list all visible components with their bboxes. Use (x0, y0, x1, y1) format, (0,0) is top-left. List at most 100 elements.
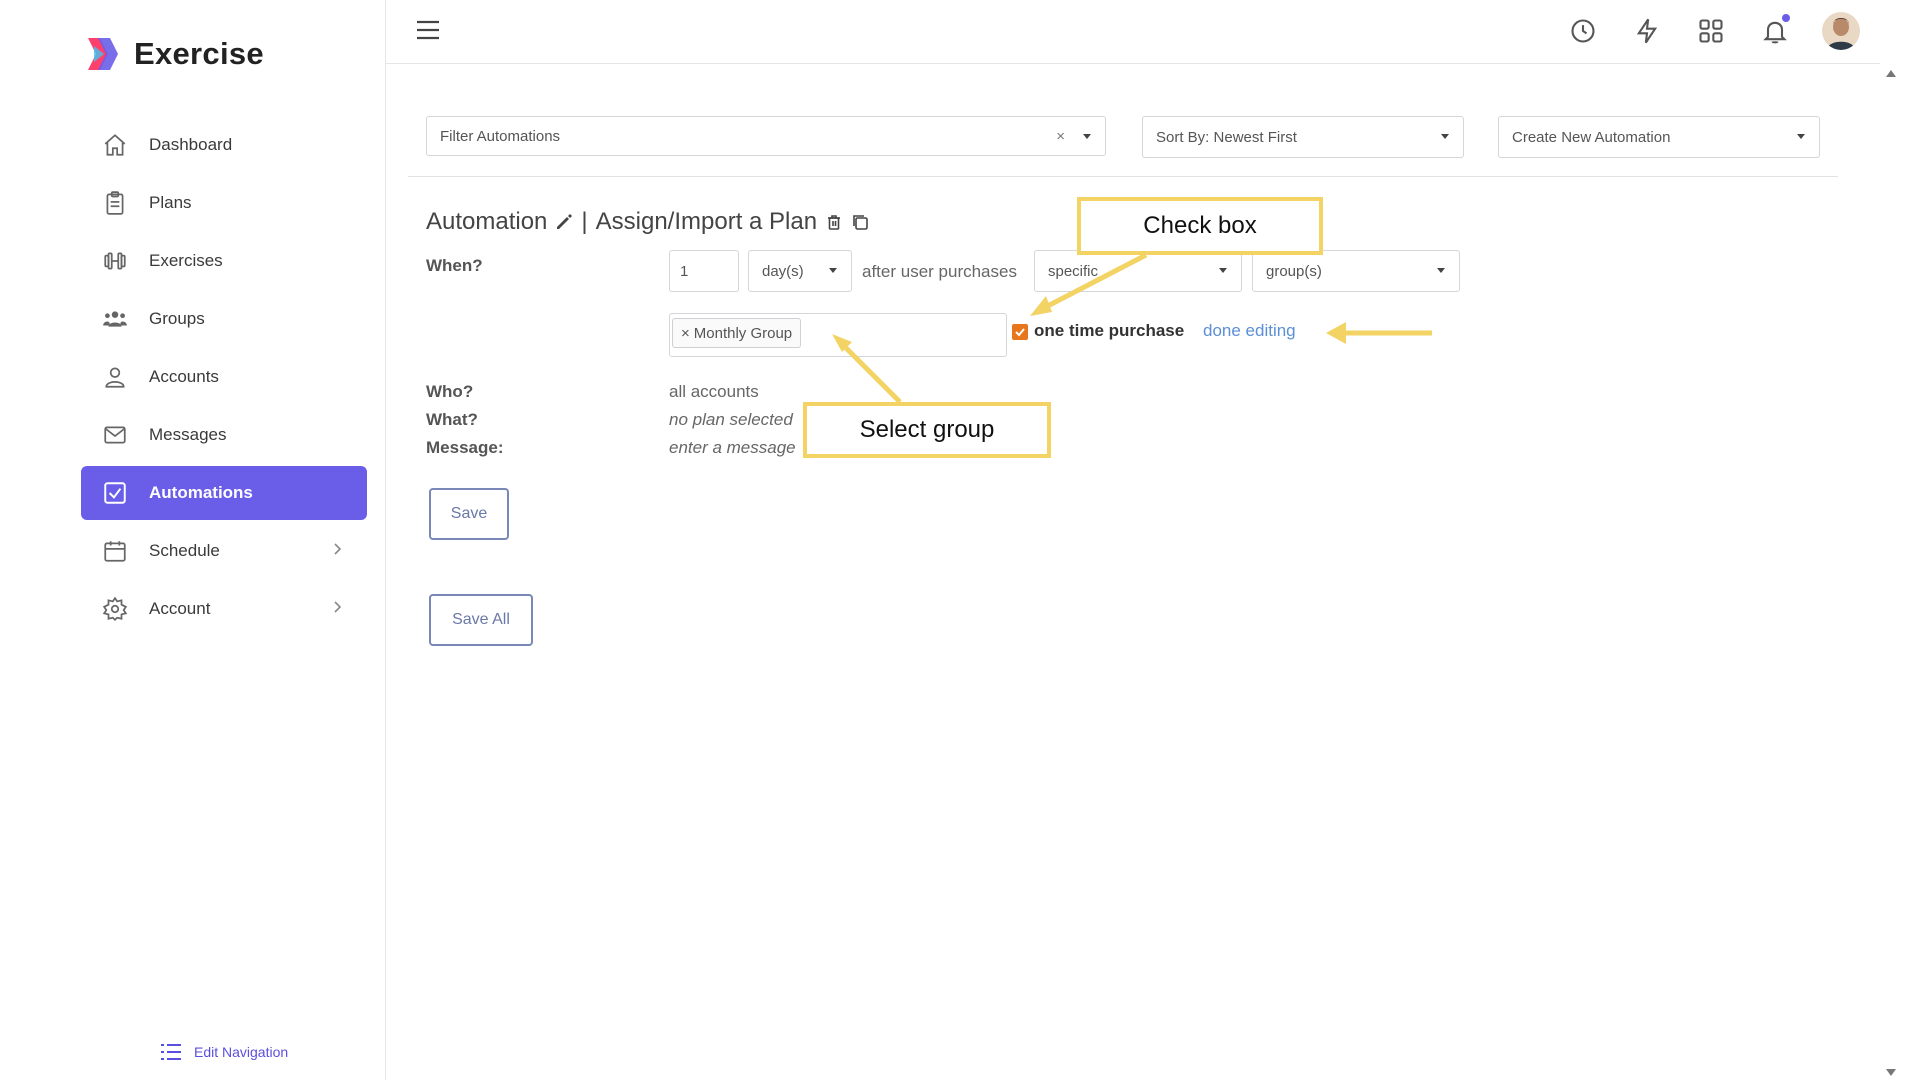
done-editing-link[interactable]: done editing (1203, 321, 1296, 341)
pencil-icon[interactable] (555, 213, 573, 231)
remove-tag-icon[interactable]: × (681, 325, 690, 342)
scroll-down-icon[interactable] (1886, 1069, 1896, 1076)
selected-group-label: Monthly Group (693, 324, 793, 342)
sort-select-value: Sort By: Newest First (1156, 128, 1297, 146)
check-box-callout: Check box (1077, 197, 1323, 255)
scroll-up-icon[interactable] (1886, 70, 1896, 77)
menu-icon[interactable] (416, 20, 440, 40)
check-box-callout-text: Check box (1143, 212, 1257, 239)
selected-group-tag: × Monthly Group (672, 318, 802, 348)
section-divider (408, 176, 1838, 177)
apps-grid-icon[interactable] (1694, 14, 1728, 48)
after-purchase-text: after user purchases (862, 262, 1017, 281)
one-time-purchase-checkbox[interactable] (1012, 324, 1028, 340)
sidebar-item-label: Account (149, 599, 211, 618)
save-all-button[interactable]: Save All (429, 594, 533, 646)
who-value[interactable]: all accounts (669, 382, 759, 402)
automation-title: Automation | Assign/Import a Plan (426, 208, 869, 236)
dumbbell-icon (101, 247, 129, 275)
chevron-down-icon (1219, 268, 1227, 273)
sidebar-item-label: Accounts (149, 367, 219, 386)
sidebar-item-groups[interactable]: Groups (81, 292, 367, 346)
sidebar-item-label: Groups (149, 309, 205, 328)
topbar (386, 0, 1880, 64)
sidebar-nav: Dashboard Plans Exercises Groups Account… (81, 118, 367, 640)
select-group-callout-text: Select group (859, 416, 995, 443)
brand-logo-icon (88, 38, 118, 70)
create-automation-select[interactable]: Create New Automation (1498, 116, 1820, 158)
trash-icon[interactable] (825, 213, 843, 231)
edit-navigation-link[interactable]: Edit Navigation (160, 1042, 288, 1062)
chevron-down-icon (1083, 134, 1091, 139)
scope-select[interactable]: specific (1034, 250, 1242, 292)
sidebar-item-messages[interactable]: Messages (81, 408, 367, 462)
save-button[interactable]: Save (429, 488, 509, 540)
filter-automations-placeholder: Filter Automations (440, 127, 561, 145)
bell-icon[interactable] (1758, 14, 1792, 48)
user-icon (101, 363, 129, 391)
check-icon (1015, 328, 1025, 337)
sidebar-item-label: Automations (149, 483, 253, 502)
sidebar-item-account[interactable]: Account (81, 582, 367, 636)
users-icon (101, 305, 129, 333)
chevron-down-icon (829, 268, 837, 273)
when-unit-value: day(s) (762, 262, 804, 280)
one-time-purchase-label[interactable]: one time purchase (1034, 321, 1184, 341)
title-separator: | (581, 208, 588, 235)
brand[interactable]: Exercise (84, 36, 264, 72)
scrollbar[interactable] (1884, 66, 1898, 1080)
sidebar-item-dashboard[interactable]: Dashboard (81, 118, 367, 172)
checkbox-icon (101, 479, 129, 507)
chevron-right-icon (334, 543, 342, 555)
mail-icon (101, 421, 129, 449)
target-value: group(s) (1266, 262, 1322, 280)
sidebar-item-schedule[interactable]: Schedule (81, 524, 367, 578)
clock-icon[interactable] (1566, 14, 1600, 48)
sidebar-item-label: Dashboard (149, 135, 233, 154)
gear-icon (101, 595, 129, 623)
brand-name: Exercise (134, 36, 264, 71)
who-label: Who? (426, 382, 474, 401)
when-label: When? (426, 256, 483, 275)
lightning-icon[interactable] (1630, 14, 1664, 48)
sidebar-item-automations[interactable]: Automations (81, 466, 367, 520)
chevron-down-icon (1437, 268, 1445, 273)
what-value[interactable]: no plan selected (669, 410, 793, 430)
sidebar-item-label: Schedule (149, 541, 220, 560)
chevron-down-icon (1797, 134, 1805, 139)
automation-name: Assign/Import a Plan (595, 208, 818, 235)
message-value[interactable]: enter a message (669, 438, 796, 458)
edit-navigation-label: Edit Navigation (194, 1044, 289, 1060)
sidebar-item-label: Plans (149, 193, 192, 212)
home-icon (101, 131, 129, 159)
automation-title-prefix: Automation (426, 208, 548, 235)
message-label: Message: (426, 438, 504, 457)
chevron-right-icon (334, 601, 342, 613)
when-amount-input[interactable]: 1 (669, 250, 739, 292)
scope-value: specific (1048, 262, 1099, 280)
select-group-callout: Select group (803, 402, 1051, 458)
topbar-icons (1566, 12, 1860, 50)
clipboard-icon (101, 189, 129, 217)
sidebar-item-exercises[interactable]: Exercises (81, 234, 367, 288)
sort-select[interactable]: Sort By: Newest First (1142, 116, 1464, 158)
sidebar-item-label: Messages (149, 425, 227, 444)
when-unit-select[interactable]: day(s) (748, 250, 852, 292)
create-automation-value: Create New Automation (1512, 128, 1671, 146)
sidebar-item-accounts[interactable]: Accounts (81, 350, 367, 404)
sidebar: Exercise Dashboard Plans Exercises Group… (0, 0, 386, 1080)
list-icon (161, 1044, 181, 1060)
when-amount-value: 1 (680, 262, 689, 280)
target-select[interactable]: group(s) (1252, 250, 1460, 292)
sidebar-item-label: Exercises (149, 251, 223, 270)
chevron-down-icon (1441, 134, 1449, 139)
filter-automations-select[interactable]: Filter Automations × (426, 116, 1106, 156)
clear-filter-icon[interactable]: × (1056, 128, 1065, 145)
notification-dot (1782, 14, 1790, 22)
calendar-icon (101, 537, 129, 565)
what-label: What? (426, 410, 478, 429)
arrow-to-done-editing (1326, 322, 1432, 344)
copy-icon[interactable] (851, 213, 869, 231)
sidebar-item-plans[interactable]: Plans (81, 176, 367, 230)
avatar[interactable] (1822, 12, 1860, 50)
